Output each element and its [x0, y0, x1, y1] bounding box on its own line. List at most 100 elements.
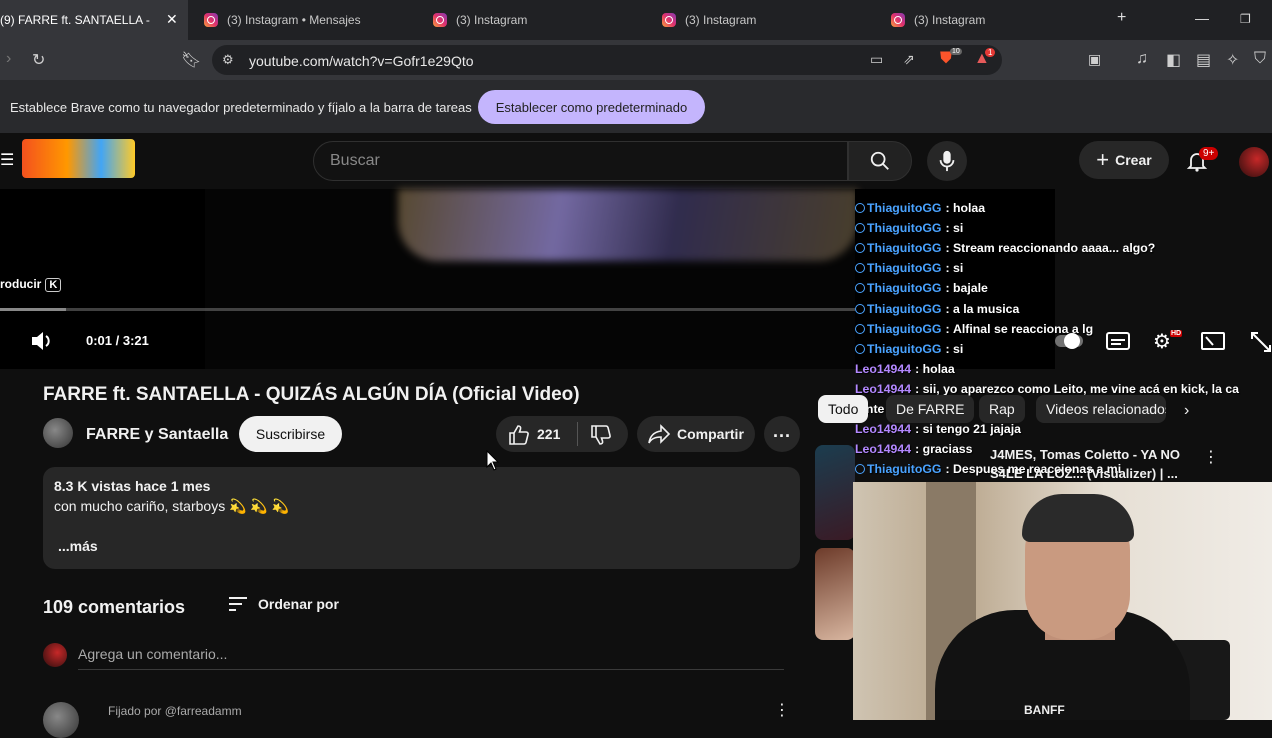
- autoplay-toggle-icon[interactable]: [1054, 331, 1086, 351]
- comment-input[interactable]: Agrega un comentario...: [78, 646, 784, 670]
- tab-instagram-3[interactable]: (3) Instagram: [662, 0, 862, 40]
- chat-badge-icon: [855, 283, 865, 294]
- fullscreen-icon[interactable]: [1250, 331, 1272, 353]
- more-icon: ...: [772, 420, 791, 441]
- chat-username: Leo14944: [855, 361, 912, 376]
- url-text[interactable]: youtube.com/watch?v=Gofr1e29Qto: [249, 53, 474, 69]
- sort-button[interactable]: Ordenar por: [258, 596, 339, 612]
- chat-message: ThiaguitoGG: Stream reaccionando aaaa...…: [855, 238, 1272, 258]
- chat-badge-icon: [855, 303, 865, 314]
- search-button[interactable]: [848, 141, 912, 181]
- infobar-text: Establece Brave como tu navegador predet…: [10, 100, 472, 115]
- search-icon: [870, 151, 889, 170]
- chat-badge-icon: [855, 464, 865, 475]
- description-text: con mucho cariño, starboys 💫 💫 💫: [54, 498, 290, 514]
- new-tab-button[interactable]: +: [1117, 9, 1126, 27]
- forward-icon[interactable]: ›: [6, 50, 11, 68]
- progress-bar[interactable]: [0, 308, 855, 311]
- chat-badge-icon: [855, 263, 865, 274]
- set-default-button[interactable]: Establecer como predeterminado: [478, 90, 705, 124]
- chat-message: Leo14944: holaa: [855, 359, 1272, 379]
- channel-avatar[interactable]: [43, 418, 73, 448]
- chat-text: si: [952, 221, 964, 236]
- close-icon[interactable]: ✕: [166, 11, 178, 28]
- share-button[interactable]: Compartir: [637, 416, 755, 452]
- tab-youtube[interactable]: (9) FARRE ft. SANTAELLA - QU ✕: [0, 0, 188, 40]
- chat-text: si: [952, 341, 964, 356]
- minimize-button[interactable]: —: [1195, 10, 1209, 26]
- sort-icon[interactable]: [228, 596, 248, 612]
- recommended-title-line1: J4MES, Tomas Coletto - YA NO: [990, 447, 1180, 462]
- instagram-icon: [891, 13, 905, 27]
- plus-icon: +: [1096, 147, 1110, 172]
- chat-separator: :: [945, 201, 953, 216]
- subtitles-icon[interactable]: [1106, 331, 1130, 351]
- bookmark-icon[interactable]: 🔖︎: [181, 50, 201, 70]
- chat-text: sii, yo aparezco como Leito, me vine acá…: [922, 381, 1240, 396]
- account-avatar[interactable]: [1239, 147, 1269, 177]
- comment-count: 109 comentarios: [43, 597, 186, 617]
- video-title: FARRE ft. SANTAELLA - QUIZÁS ALGÚN DÍA (…: [43, 384, 580, 405]
- chip-related[interactable]: Videos relacionados: [1036, 395, 1166, 423]
- instagram-icon: [433, 13, 447, 27]
- cast-icon[interactable]: ▭: [870, 51, 883, 68]
- leo-ai-icon[interactable]: ✧: [1226, 50, 1239, 70]
- shields-count-badge: 10: [950, 48, 962, 55]
- restore-button[interactable]: ❐: [1240, 12, 1251, 26]
- description-more-link[interactable]: ...más: [58, 538, 98, 554]
- voice-search-button[interactable]: [927, 141, 967, 181]
- recommended-title-line2: S4LE LA LOZ... (Visualizer) | ...: [990, 466, 1178, 481]
- recommended-more-icon[interactable]: ⋮: [1203, 447, 1219, 467]
- volume-icon[interactable]: [30, 330, 56, 352]
- reload-icon[interactable]: ↻: [32, 50, 45, 70]
- recommended-thumbnail[interactable]: [815, 445, 855, 540]
- chip-rap[interactable]: Rap: [979, 395, 1025, 423]
- like-count[interactable]: 221: [537, 426, 560, 442]
- search-input[interactable]: Buscar: [313, 141, 848, 181]
- sidebar-panel-icon[interactable]: ▣: [1088, 51, 1101, 68]
- like-icon[interactable]: [507, 423, 531, 447]
- more-actions-button[interactable]: ...: [764, 416, 800, 452]
- chat-separator: :: [945, 221, 953, 236]
- create-button[interactable]: + Crear: [1079, 141, 1169, 179]
- menu-icon[interactable]: ☰: [0, 150, 14, 170]
- vpn-icon[interactable]: ⛉: [1254, 50, 1266, 68]
- chat-text: Stream reaccionando aaaa... algo?: [952, 241, 1156, 256]
- play-tooltip: roducir K: [0, 277, 62, 292]
- youtube-doodle-logo[interactable]: [22, 139, 135, 178]
- chat-separator: :: [945, 301, 953, 316]
- subscribe-button[interactable]: Suscribirse: [239, 416, 342, 452]
- tab-label: (9) FARRE ft. SANTAELLA - QU: [0, 13, 150, 27]
- site-info-icon[interactable]: ⚙: [222, 52, 234, 68]
- tab-label: (3) Instagram • Mensajes: [227, 13, 361, 27]
- miniplayer-icon[interactable]: [1201, 331, 1225, 351]
- chat-username: Leo14944: [855, 442, 912, 457]
- tab-instagram-messages[interactable]: (3) Instagram • Mensajes: [204, 0, 424, 40]
- description-stats: 8.3 K vistas hace 1 mes: [54, 478, 211, 494]
- comment-more-icon[interactable]: ⋮: [774, 700, 790, 720]
- tab-instagram-4[interactable]: (3) Instagram: [891, 0, 1091, 40]
- share-icon[interactable]: ⇗: [903, 51, 915, 68]
- pinned-label: Fijado por @farreadamm: [108, 704, 242, 718]
- sidebar-toggle-icon[interactable]: ◧: [1166, 50, 1181, 70]
- chip-from-channel[interactable]: De FARRE: [886, 395, 975, 423]
- tab-label: (3) Instagram: [685, 13, 757, 27]
- chat-text: si: [952, 261, 964, 276]
- chip-all[interactable]: Todo: [818, 395, 869, 423]
- chevron-right-icon[interactable]: ›: [1184, 402, 1189, 420]
- tab-label: (3) Instagram: [914, 13, 986, 27]
- recommended-title[interactable]: J4MES, Tomas Coletto - YA NO S4LE LA LOZ…: [990, 445, 1190, 483]
- wallet-icon[interactable]: ▤: [1196, 50, 1211, 70]
- webcam-shirt-text: BANFF: [1024, 703, 1065, 717]
- channel-name[interactable]: FARRE y Santaella: [86, 426, 228, 444]
- dislike-icon[interactable]: [589, 423, 613, 447]
- pinned-comment-avatar[interactable]: [43, 702, 79, 738]
- music-icon[interactable]: ♫: [1136, 50, 1148, 68]
- recommended-thumbnail-2[interactable]: [815, 548, 855, 640]
- mouse-cursor-icon: [486, 450, 500, 471]
- settings-gear-icon[interactable]: ⚙: [1153, 329, 1171, 354]
- tooltip-text: roducir: [0, 277, 42, 291]
- chat-separator: :: [915, 381, 923, 396]
- microphone-icon: [939, 150, 955, 172]
- tab-instagram-2[interactable]: (3) Instagram: [433, 0, 633, 40]
